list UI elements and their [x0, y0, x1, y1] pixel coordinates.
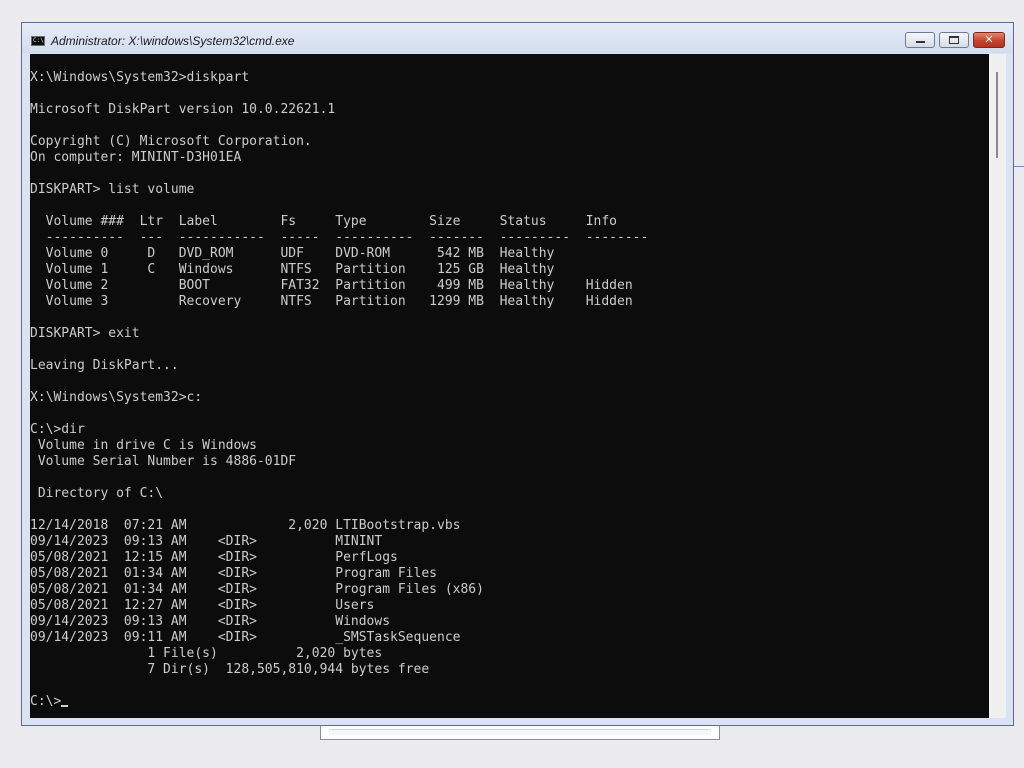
console-line: On computer: MININT-D3H01EA [30, 150, 989, 166]
console-line: 12/14/2018 07:21 AM 2,020 LTIBootstrap.v… [30, 518, 989, 534]
minimize-button[interactable] [905, 32, 935, 48]
console-line: Volume 3 Recovery NTFS Partition 1299 MB… [30, 294, 989, 310]
console-line-text: Volume ### Ltr Label Fs Type Size Status… [30, 214, 617, 229]
console-line-text: 09/14/2023 09:13 AM <DIR> MININT [30, 534, 383, 549]
console-line-text: 09/14/2023 09:13 AM <DIR> Windows [30, 614, 391, 629]
console-line: X:\Windows\System32>diskpart [30, 70, 989, 86]
maximize-button[interactable] [939, 32, 969, 48]
console-line-text: C:\> [30, 694, 62, 709]
console-line: 05/08/2021 01:34 AM <DIR> Program Files [30, 566, 989, 582]
command-prompt-line: C:\> [30, 694, 989, 710]
console-line-text: 05/08/2021 01:34 AM <DIR> Program Files [30, 566, 437, 581]
console-line: Copyright (C) Microsoft Corporation. [30, 134, 989, 150]
console-line-text: Volume 2 BOOT FAT32 Partition 499 MB Hea… [30, 278, 633, 293]
console-line: Directory of C:\ [30, 486, 989, 502]
console-area[interactable]: X:\Windows\System32>diskpart Microsoft Di… [30, 54, 989, 718]
console-line: X:\Windows\System32>c: [30, 390, 989, 406]
console-line: 09/14/2023 09:13 AM <DIR> Windows [30, 614, 989, 630]
console-line-text: 05/08/2021 01:34 AM <DIR> Program Files … [30, 582, 484, 597]
close-button[interactable]: ✕ [973, 32, 1005, 48]
background-window-border [1014, 166, 1024, 167]
console-line: 05/08/2021 12:27 AM <DIR> Users [30, 598, 989, 614]
console-line-text: Volume 1 C Windows NTFS Partition 125 GB… [30, 262, 555, 277]
console-line: 09/14/2023 09:13 AM <DIR> MININT [30, 534, 989, 550]
console-line-text: DISKPART> exit [30, 326, 140, 341]
console-line-text: 12/14/2018 07:21 AM 2,020 LTIBootstrap.v… [30, 518, 461, 533]
text-cursor [61, 705, 69, 707]
console-line: C:\>dir [30, 422, 989, 438]
close-icon: ✕ [984, 33, 994, 46]
scrollbar-thumb[interactable] [996, 72, 998, 158]
console-line-text: Microsoft DiskPart version 10.0.22621.1 [30, 102, 336, 117]
console-line-text: Volume in drive C is Windows [30, 438, 257, 453]
console-line-text: Volume Serial Number is 4886-01DF [30, 454, 297, 469]
console-line: 05/08/2021 12:15 AM <DIR> PerfLogs [30, 550, 989, 566]
maximize-icon [949, 36, 959, 44]
console-line-text: 09/14/2023 09:11 AM <DIR> _SMSTaskSequen… [30, 630, 461, 645]
console-line-text: On computer: MININT-D3H01EA [30, 150, 242, 165]
console-line: Volume Serial Number is 4886-01DF [30, 454, 989, 470]
minimize-icon [916, 41, 925, 43]
console-line-text: C:\>dir [30, 422, 85, 437]
console-line: ---------- --- ----------- ----- -------… [30, 230, 989, 246]
console-line-text: ---------- --- ----------- ----- -------… [30, 230, 649, 245]
console-icon[interactable]: C:\ [31, 36, 45, 46]
title-bar[interactable]: C:\ Administrator: X:\windows\System32\c… [22, 23, 1013, 53]
console-line: Microsoft DiskPart version 10.0.22621.1 [30, 102, 989, 118]
console-line-text: 1 File(s) 2,020 bytes [30, 646, 383, 661]
vertical-scrollbar[interactable] [989, 54, 1006, 718]
console-line-text: DISKPART> list volume [30, 182, 195, 197]
console-line-text: Leaving DiskPart... [30, 358, 179, 373]
console-line-text: 05/08/2021 12:15 AM <DIR> PerfLogs [30, 550, 398, 565]
console-line-text: Copyright (C) Microsoft Corporation. [30, 134, 312, 149]
console-line: DISKPART> list volume [30, 182, 989, 198]
console-line: Volume 1 C Windows NTFS Partition 125 GB… [30, 262, 989, 278]
console-line-text: Directory of C:\ [30, 486, 164, 501]
console-line: Volume 2 BOOT FAT32 Partition 499 MB Hea… [30, 278, 989, 294]
console-line-text: X:\Windows\System32>c: [30, 390, 203, 405]
console-line: 1 File(s) 2,020 bytes [30, 646, 989, 662]
window-title: Administrator: X:\windows\System32\cmd.e… [51, 34, 295, 48]
console-line: Volume 0 D DVD_ROM UDF DVD-ROM 542 MB He… [30, 246, 989, 262]
console-line-text: 7 Dir(s) 128,505,810,944 bytes free [30, 662, 430, 677]
cmd-window: C:\ Administrator: X:\windows\System32\c… [21, 22, 1014, 726]
console-line-text: X:\Windows\System32>diskpart [30, 70, 250, 85]
console-line-text: Volume 0 D DVD_ROM UDF DVD-ROM 542 MB He… [30, 246, 555, 261]
console-line: 09/14/2023 09:11 AM <DIR> _SMSTaskSequen… [30, 630, 989, 646]
console-line: Volume ### Ltr Label Fs Type Size Status… [30, 214, 989, 230]
background-window-edge [329, 729, 711, 735]
console-line: Volume in drive C is Windows [30, 438, 989, 454]
console-line: Leaving DiskPart... [30, 358, 989, 374]
console-line: 05/08/2021 01:34 AM <DIR> Program Files … [30, 582, 989, 598]
console-line-text: 05/08/2021 12:27 AM <DIR> Users [30, 598, 375, 613]
console-output: X:\Windows\System32>diskpart Microsoft Di… [30, 54, 989, 710]
console-line: 7 Dir(s) 128,505,810,944 bytes free [30, 662, 989, 678]
console-line-text: Volume 3 Recovery NTFS Partition 1299 MB… [30, 294, 633, 309]
console-line: DISKPART> exit [30, 326, 989, 342]
